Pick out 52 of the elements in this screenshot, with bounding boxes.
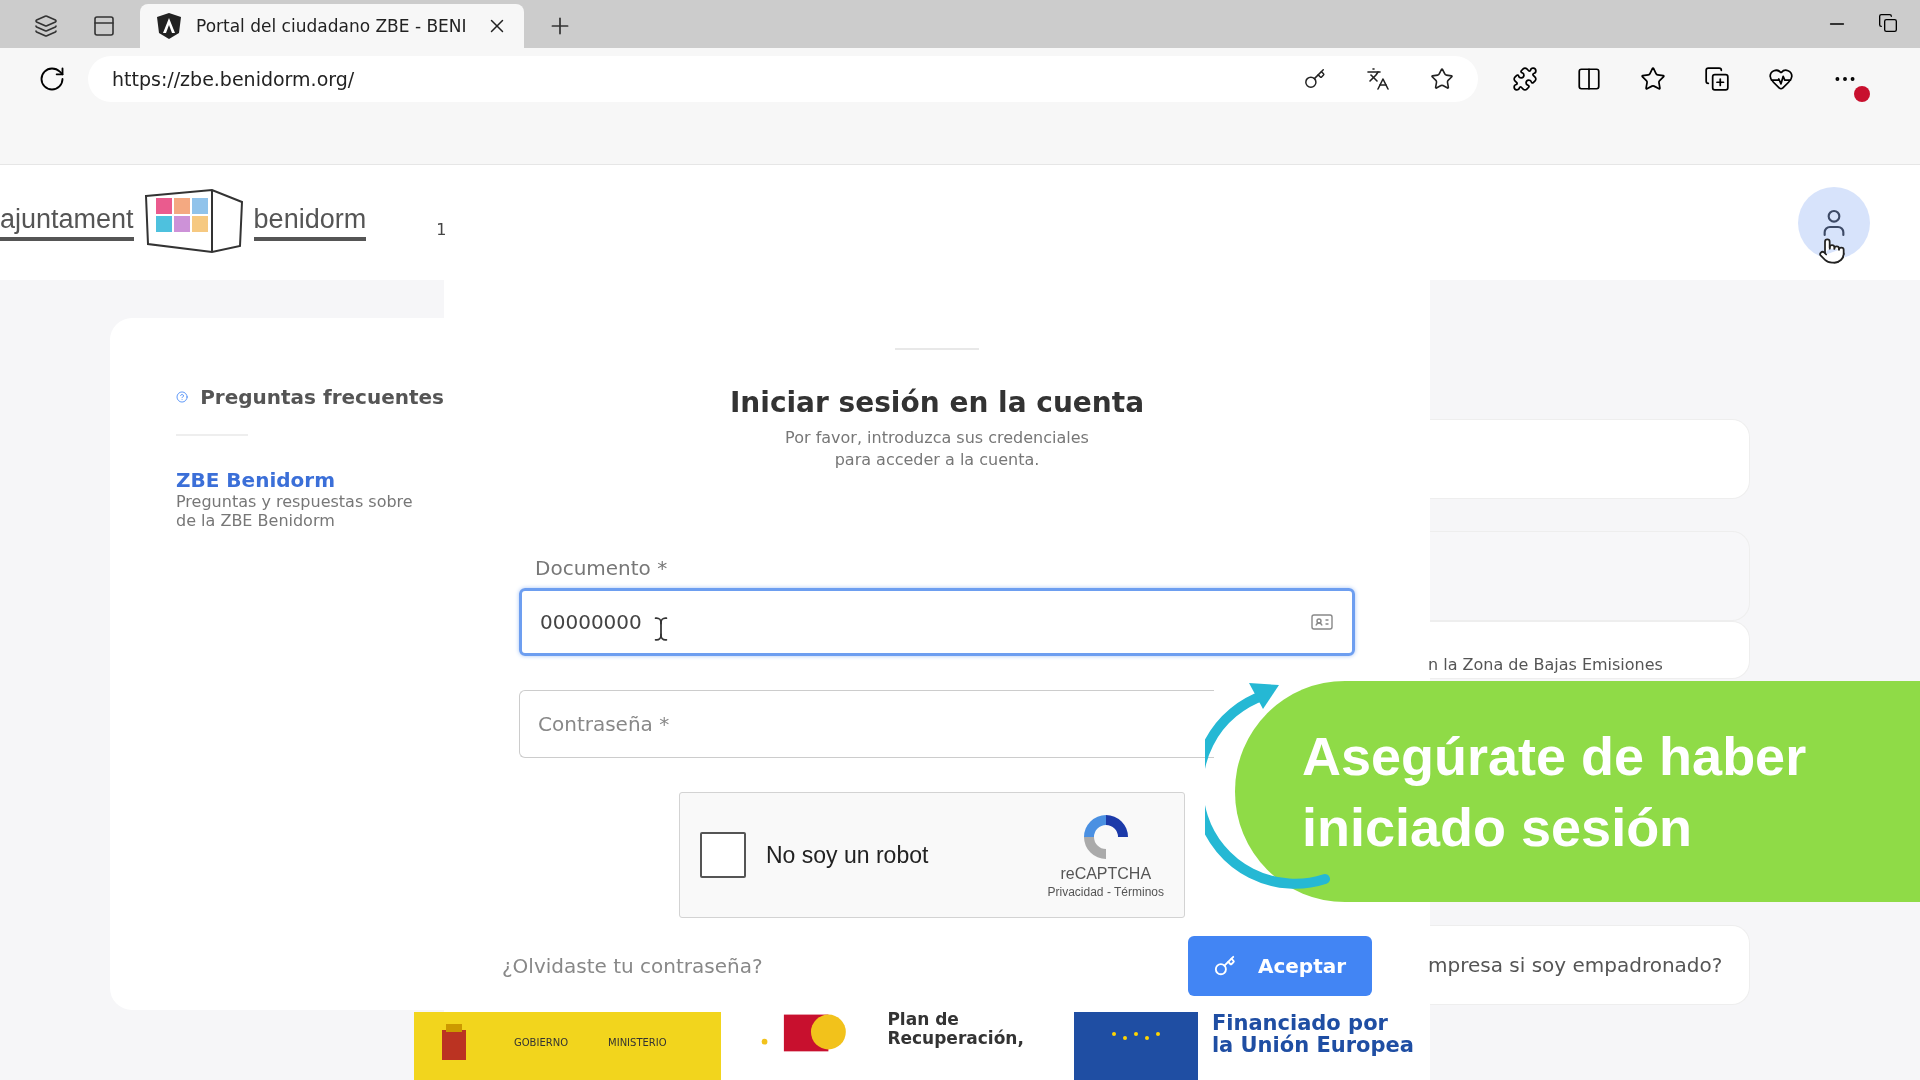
heart-pulse-icon[interactable] [1768,66,1794,92]
login-subtitle: Por favor, introduzca sus credenciales para acceder a la cuenta. [785,427,1089,471]
field-label: Documento * [534,556,669,581]
captcha-links[interactable]: Privacidad - Términos [1047,885,1164,900]
counter-text: 1 [436,220,447,239]
captcha-brand: reCAPTCHA [1060,865,1152,884]
key-icon[interactable] [1304,68,1326,90]
input-field[interactable]: 00000000 [519,588,1355,657]
restore-icon[interactable] [1878,13,1898,33]
puzzle-icon[interactable] [1512,66,1538,92]
tip-text: Asegúrate de haber iniciado sesión [1302,725,1807,859]
translate-icon[interactable] [1366,67,1390,91]
address-bar[interactable]: https://zbe.benidorm.org/ [88,56,1478,102]
split-screen-icon[interactable] [1576,66,1602,92]
login-title: Iniciar sesión en la cuenta [729,386,1145,419]
faq-card[interactable]: mpresa si soy empadronado? [1430,925,1750,1005]
shield-icon [156,12,182,40]
logo-text: Recuperación, [887,1028,1024,1048]
logo-text: Plan de [887,1012,960,1029]
faq-description: de la ZBE Benidorm [176,511,336,530]
update-badge-icon [1854,86,1870,102]
url-text: https://zbe.benidorm.org/ [112,68,356,90]
eu-flag-icon [1073,1012,1198,1080]
logo-text: la Unión Europea [1211,1034,1414,1057]
input-field[interactable]: Contraseña * [519,690,1214,759]
captcha-checkbox[interactable] [700,832,746,879]
panel-icon [92,14,116,38]
tab-title: Portal del ciudadano ZBE - BENI [196,16,468,36]
faq-description: Preguntas y respuestas sobre [176,492,414,511]
key-icon [1213,955,1236,978]
faq-title: Preguntas frecuentes [200,385,444,409]
forgot-password-link[interactable]: ¿Olvidaste tu contraseña? [502,954,763,979]
reload-icon[interactable] [38,65,66,93]
logo-text: MINISTERIO [608,1036,667,1048]
faq-question: n la Zona de Bajas Emisiones [1428,655,1663,674]
logo-text: ajuntament [0,204,134,241]
browser-tab[interactable]: Portal del ciudadano ZBE - BENI [140,4,524,48]
field-value: 00000000 [540,610,642,635]
faq-link[interactable]: ZBE Benidorm [176,468,444,492]
logo-text: Financiado por [1211,1012,1389,1035]
star-icon[interactable] [1430,67,1454,91]
collections-icon[interactable] [1704,66,1730,92]
faq-question: mpresa si soy empadronado? [1428,953,1723,977]
accept-button[interactable]: Aceptar [1188,936,1372,997]
logo-text: benidorm [253,204,367,241]
logo-text: GOBIERNO [514,1036,569,1048]
field-placeholder: Contraseña * [538,712,670,737]
layers-icon [34,14,58,38]
hand-cursor-icon [1818,236,1846,265]
faq-card[interactable]: n la Zona de Bajas Emisiones [1430,621,1750,679]
star-icon[interactable] [1640,66,1666,92]
captcha-label: No soy un robot [766,841,929,869]
